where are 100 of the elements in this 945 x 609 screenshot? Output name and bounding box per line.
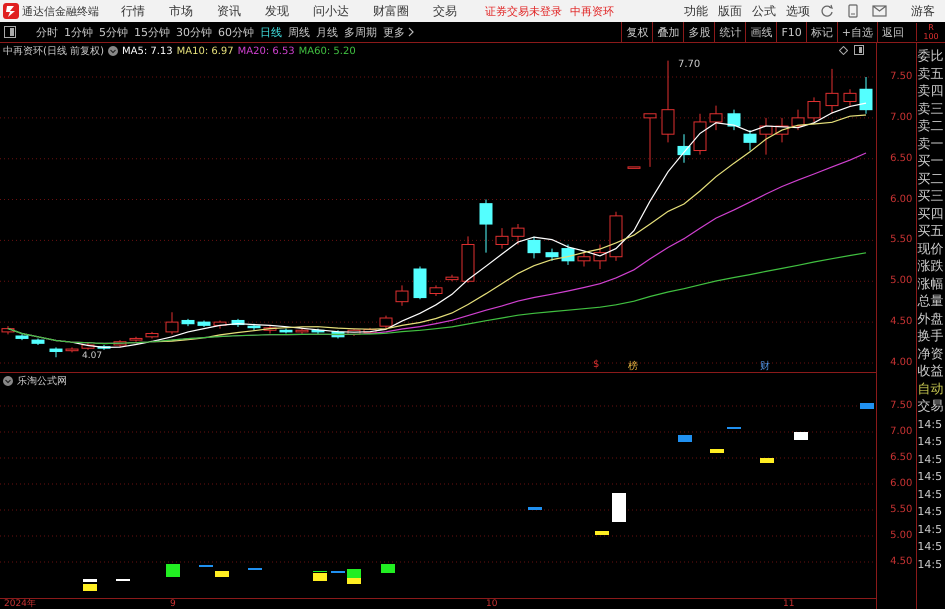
candlestick — [280, 328, 292, 334]
candlestick — [82, 342, 94, 350]
price-tick-label: 4.50 — [890, 315, 912, 330]
menu-item[interactable]: 问小达 — [313, 2, 349, 20]
menu-item[interactable]: 版面 — [718, 2, 742, 20]
quote-field-label: 净资 — [917, 346, 944, 363]
price-tick-label: 4.50 — [890, 555, 912, 569]
mail-icon[interactable] — [872, 5, 887, 17]
candlestick — [728, 109, 740, 131]
price-tick-label: 7.00 — [890, 425, 912, 439]
period-tab[interactable]: 周线 — [288, 24, 310, 40]
candlestick — [232, 318, 244, 328]
login-notice[interactable]: 证券交易未登录 — [485, 4, 562, 18]
corner-label: R — [928, 23, 934, 32]
user-name[interactable]: 游客 — [911, 2, 935, 20]
indicator-bar — [678, 435, 692, 442]
menu-item[interactable]: 公式 — [752, 2, 776, 20]
candlestick — [348, 328, 360, 336]
menu-item[interactable]: 发现 — [265, 2, 289, 20]
quote-field-label: 涨跌 — [917, 258, 944, 276]
candlestick — [594, 244, 606, 270]
indicator-bar — [794, 432, 808, 440]
quote-field-label: 自动 — [917, 380, 944, 398]
quote-field-label: 卖三 — [917, 100, 944, 118]
indicator-bar — [248, 568, 262, 570]
menu-item[interactable]: 交易 — [433, 2, 457, 20]
phone-icon[interactable] — [848, 4, 858, 18]
candlestick — [776, 117, 788, 143]
event-marker[interactable]: $ — [593, 359, 600, 370]
menu-item[interactable]: 资讯 — [217, 2, 241, 20]
quote-field-label: 14:5 — [917, 486, 944, 502]
candlestick — [146, 331, 158, 339]
dropdown-icon[interactable] — [3, 376, 13, 386]
indicator-bar — [612, 493, 626, 522]
price-tick-label: 6.00 — [890, 477, 912, 491]
date-label: 2024年 — [4, 599, 36, 609]
event-marker[interactable]: 财 — [760, 359, 770, 373]
indicator-bar — [215, 571, 229, 577]
period-tab[interactable]: 日线 — [260, 24, 282, 40]
candlestick — [296, 327, 308, 334]
candlestick — [198, 320, 210, 328]
event-marker[interactable]: 榜 — [628, 359, 638, 373]
period-tab[interactable]: 15分钟 — [134, 24, 170, 40]
quote-field-label: 买五 — [917, 223, 944, 240]
candlestick — [332, 330, 344, 339]
dropdown-icon[interactable] — [108, 46, 118, 56]
moving-average-value: MA5: 7.13 — [122, 46, 173, 56]
menu-item[interactable]: 选项 — [786, 2, 810, 20]
quote-field-label: 交易 — [917, 398, 944, 416]
diamond-icon[interactable] — [839, 46, 848, 54]
candlestick — [264, 324, 276, 334]
candlestick — [66, 346, 78, 353]
quote-field-label: 14:5 — [917, 469, 944, 485]
candlestick — [214, 320, 226, 330]
quote-field-label: 14:5 — [917, 539, 944, 555]
menu-item[interactable]: 市场 — [169, 2, 193, 20]
price-tick-label: 6.00 — [890, 192, 912, 207]
candlestick — [496, 228, 508, 250]
candlestick — [694, 113, 706, 156]
price-tick-label: 5.50 — [890, 503, 912, 517]
quote-field-label: 14:5 — [917, 522, 944, 538]
indicator-title: 乐淘公式网 — [17, 374, 67, 388]
date-label: 9 — [170, 599, 176, 609]
chart-title: 中再资环(日线 前复权) — [3, 44, 104, 58]
period-tab[interactable]: 60分钟 — [218, 24, 254, 40]
refresh-icon[interactable] — [820, 4, 834, 18]
candlestick — [528, 236, 540, 259]
panel-toggle-icon[interactable] — [854, 45, 864, 55]
app-title: 通达信金融终端 — [22, 4, 99, 18]
candlestick — [98, 344, 110, 350]
candlestick — [860, 76, 872, 114]
candlestick — [710, 105, 722, 131]
quote-field-label: 14:5 — [917, 556, 944, 572]
candlestick — [644, 113, 656, 168]
quote-field-label: 委比 — [917, 48, 944, 66]
menu-item[interactable]: 功能 — [684, 2, 708, 20]
price-tick-label: 6.50 — [890, 152, 912, 166]
price-tick-label: 7.50 — [890, 399, 912, 413]
period-tab[interactable]: 多周期 — [344, 24, 377, 40]
quote-field-label: 买三 — [917, 188, 944, 206]
candlestick — [628, 166, 640, 169]
corner-value: 100 — [923, 32, 939, 41]
panel-toggle-icon[interactable] — [4, 26, 16, 38]
chevron-right-icon[interactable] — [408, 27, 414, 37]
candlestick — [396, 284, 408, 306]
menu-item[interactable]: 财富圈 — [373, 2, 409, 20]
candlestick — [678, 134, 690, 164]
period-tab[interactable]: 30分钟 — [176, 24, 212, 40]
quote-field-label: 卖二 — [917, 118, 944, 136]
period-tab[interactable]: 1分钟 — [64, 24, 93, 40]
candlestick — [380, 315, 392, 330]
period-tab[interactable]: 分时 — [36, 24, 58, 40]
stock-name: 中再资环 — [570, 4, 614, 18]
period-tab[interactable]: 月线 — [316, 24, 338, 40]
menu-item[interactable]: 行情 — [121, 2, 145, 20]
price-tick-label: 7.50 — [890, 70, 912, 84]
period-tab[interactable]: 5分钟 — [99, 24, 128, 40]
indicator-bar — [381, 564, 395, 573]
quote-field-label: 14:5 — [917, 434, 944, 450]
period-tab[interactable]: 更多 — [383, 24, 405, 40]
